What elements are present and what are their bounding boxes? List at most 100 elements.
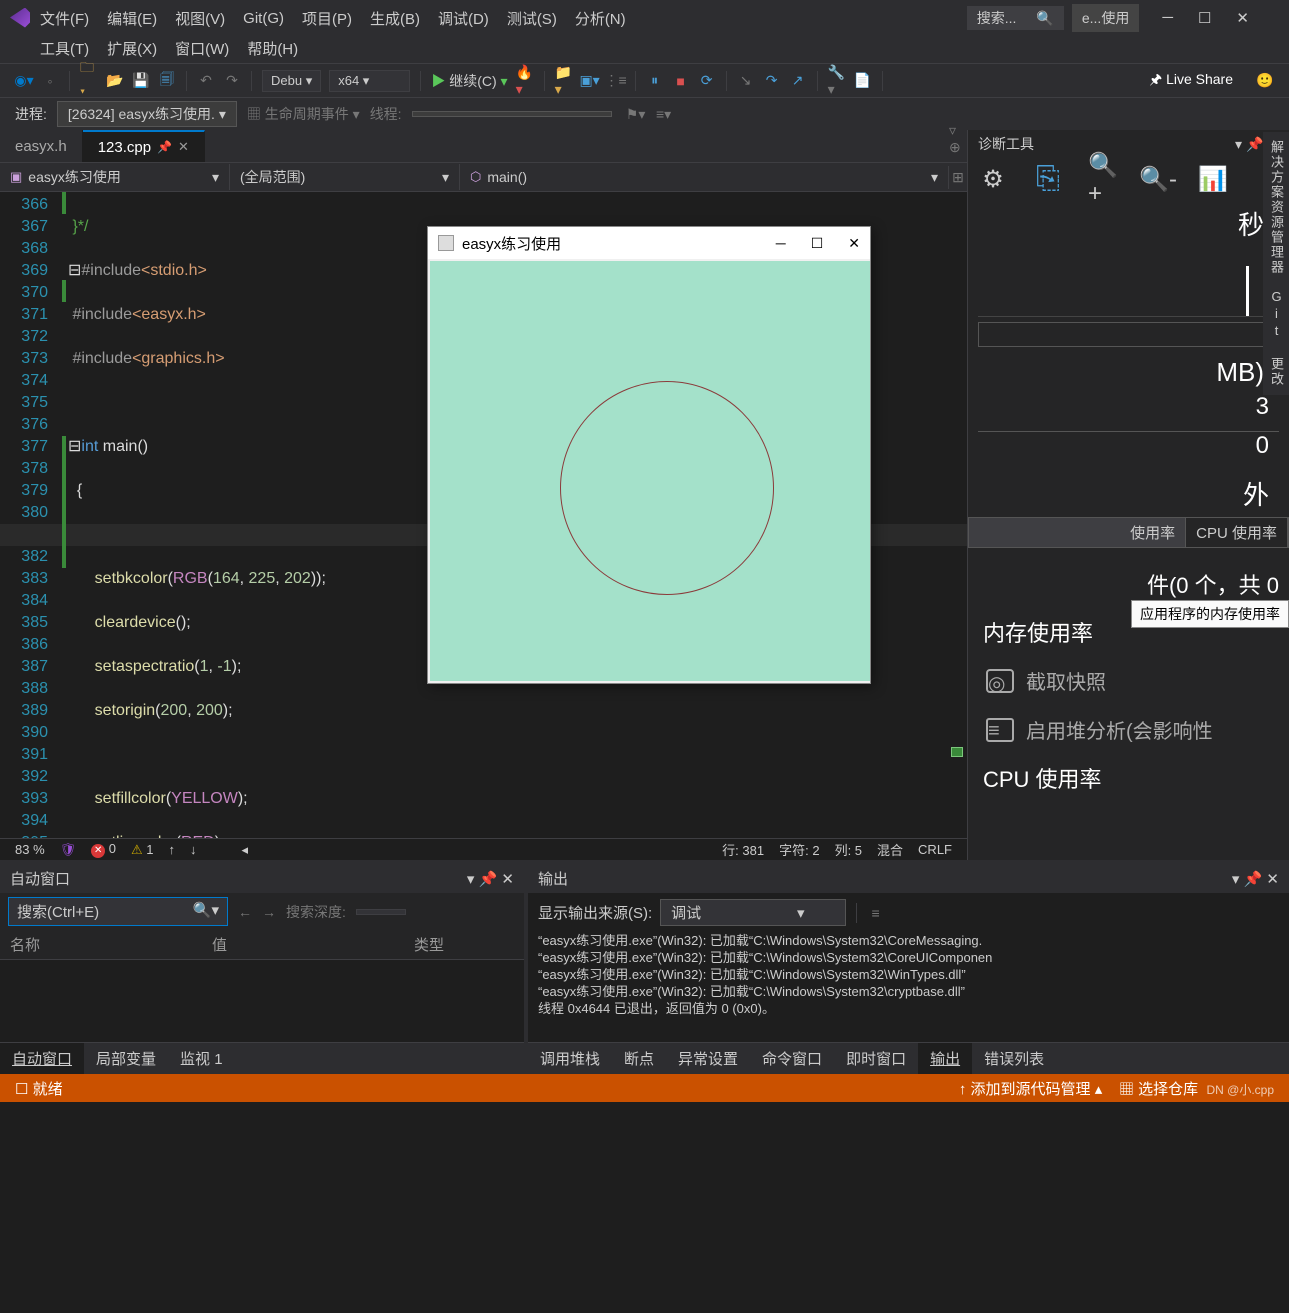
maximize-icon[interactable]: ☐ [1198, 9, 1211, 27]
stop-icon[interactable]: ■ [672, 72, 690, 90]
liveshare-button[interactable]: 🖈 Live Share [1149, 69, 1233, 93]
col-value[interactable]: 值 [212, 934, 414, 955]
btab-locals[interactable]: 局部变量 [84, 1043, 168, 1074]
folder-icon[interactable]: 📁▾ [555, 72, 573, 90]
open-icon[interactable]: 📂 [106, 72, 124, 90]
easyx-window[interactable]: easyx练习使用 ─ ☐ ✕ [427, 226, 871, 684]
pin-icon[interactable]: 📌 [157, 140, 172, 154]
col-type[interactable]: 类型 [414, 934, 514, 955]
thread-combo[interactable] [412, 111, 612, 117]
flag-icon[interactable]: ⚑▾ [627, 105, 645, 123]
minimize-icon[interactable]: ─ [776, 235, 786, 252]
platform-combo[interactable]: x64 ▾ [329, 70, 410, 92]
zoom[interactable]: 83 % [15, 842, 45, 857]
select-repo[interactable]: ▦ 选择仓库 [1119, 1081, 1198, 1098]
minimize-icon[interactable]: ─ [1162, 9, 1173, 27]
menu-analyze[interactable]: 分析(N) [575, 8, 626, 29]
lifecycle[interactable]: ▦ 生命周期事件 ▾ [247, 104, 360, 124]
diag-icon[interactable]: ⋮≡ [607, 72, 625, 90]
undo-icon[interactable]: ↶ [197, 72, 215, 90]
ctx-project[interactable]: ▣easyx练习使用▾ [0, 164, 230, 190]
menu-tools[interactable]: 工具(T) [40, 38, 89, 59]
tab-cpu-usage[interactable]: CPU 使用率 [1186, 518, 1288, 547]
close-icon[interactable]: ✕ [1236, 9, 1249, 27]
pin-icon[interactable]: 📌 [479, 871, 498, 888]
new-icon[interactable]: 🗀▾ [80, 72, 98, 90]
config-combo[interactable]: Debu ▾ [262, 70, 321, 92]
nav-up-icon[interactable]: ↑ [169, 842, 176, 857]
close-tab-icon[interactable]: ✕ [178, 139, 189, 155]
pin-icon[interactable]: 📌 [1246, 136, 1263, 152]
menu-git[interactable]: Git(G) [243, 10, 284, 27]
warn-count[interactable]: ⚠ 1 [131, 842, 154, 858]
wrench-icon[interactable]: 🔧▾ [828, 72, 846, 90]
menu-test[interactable]: 测试(S) [507, 8, 557, 29]
pin-icon[interactable]: 📌 [1244, 871, 1263, 888]
continue-button[interactable]: ▶ 继续(C) ▾ [431, 71, 507, 91]
pause-icon[interactable]: ⏸ [646, 72, 664, 90]
error-count[interactable]: ✕ 0 [91, 841, 116, 858]
gear-icon[interactable]: ⚙ [978, 164, 1008, 194]
menu-view[interactable]: 视图(V) [175, 8, 225, 29]
snapshot-row[interactable]: ◎截取快照 [968, 656, 1289, 705]
ctx-scope[interactable]: (全局范围)▾ [230, 164, 460, 190]
stepin-icon[interactable]: ↘ [737, 72, 755, 90]
nav-dn-icon[interactable]: ↓ [190, 842, 197, 857]
split-icon[interactable]: ⊞ [949, 168, 967, 186]
btab-command[interactable]: 命令窗口 [750, 1043, 834, 1074]
menu-build[interactable]: 生成(B) [370, 8, 420, 29]
btab-watch[interactable]: 监视 1 [168, 1043, 235, 1074]
fwd-icon[interactable]: ◦ [41, 72, 59, 90]
tab-easyx[interactable]: easyx.h [0, 130, 83, 162]
close-icon[interactable]: ✕ [848, 235, 860, 252]
close-icon[interactable]: ✕ [501, 871, 514, 888]
doc-icon[interactable]: 📄 [854, 72, 872, 90]
redo-icon[interactable]: ↷ [223, 72, 241, 90]
clear-icon[interactable]: ≡ [867, 904, 885, 922]
zoomin-icon[interactable]: 🔍+ [1088, 164, 1118, 194]
back-icon[interactable]: ◉▾ [15, 72, 33, 90]
tab-123cpp[interactable]: 123.cpp📌✕ [83, 130, 205, 162]
tab-mem-usage[interactable]: 使用率 [969, 518, 1186, 547]
menu-help[interactable]: 帮助(H) [247, 38, 298, 59]
btab-exceptions[interactable]: 异常设置 [666, 1043, 750, 1074]
stepout-icon[interactable]: ↗ [789, 72, 807, 90]
popup-titlebar[interactable]: easyx练习使用 ─ ☐ ✕ [428, 227, 870, 259]
exit-icon[interactable]: ⎘ [1033, 164, 1063, 194]
eol-mode[interactable]: CRLF [918, 842, 952, 857]
search-box[interactable]: 搜索...🔍 [967, 6, 1064, 30]
menu-debug[interactable]: 调试(D) [438, 8, 489, 29]
output-content[interactable]: “easyx练习使用.exe”(Win32): 已加载“C:\Windows\S… [528, 932, 1289, 1042]
tab-git-changes[interactable]: Git 更改 [1266, 289, 1286, 387]
btab-breakpoints[interactable]: 断点 [612, 1043, 666, 1074]
zoomout-icon[interactable]: 🔍- [1143, 164, 1173, 194]
chart-icon[interactable]: 📊 [1198, 164, 1228, 194]
nav-back-icon[interactable]: ← [238, 904, 252, 920]
btab-output[interactable]: 输出 [918, 1043, 972, 1074]
tab-menu-icon[interactable]: ▿ ⊕ [949, 130, 967, 148]
auto-search[interactable]: 搜索(Ctrl+E)🔍▾ [8, 897, 228, 926]
indent-mode[interactable]: 混合 [877, 840, 903, 859]
col-name[interactable]: 名称 [10, 934, 212, 955]
stack-icon[interactable]: ≡▾ [655, 105, 673, 123]
add-to-scm[interactable]: ↑ 添加到源代码管理 ▴ [959, 1081, 1102, 1098]
restart-icon[interactable]: ⟳ [698, 72, 716, 90]
stepover-icon[interactable]: ↷ [763, 72, 781, 90]
btab-callstack[interactable]: 调用堆栈 [528, 1043, 612, 1074]
nav-fwd-icon[interactable]: → [262, 904, 276, 920]
output-combo[interactable]: 调试 ▾ [660, 899, 845, 926]
dropdown-icon[interactable]: ▾ [1232, 871, 1240, 888]
feedback-icon[interactable]: 🙂 [1256, 72, 1274, 90]
menu-project[interactable]: 项目(P) [302, 8, 352, 29]
process-combo[interactable]: [26324] easyx练习使用. ▾ [57, 101, 237, 127]
menu-ext[interactable]: 扩展(X) [107, 38, 157, 59]
close-icon[interactable]: ✕ [1266, 871, 1279, 888]
dropdown-icon[interactable]: ▾ [467, 871, 475, 888]
saveall-icon[interactable]: 🗐 [158, 72, 176, 90]
dropdown-icon[interactable]: ▾ [1235, 136, 1242, 152]
insights-icon[interactable]: 🛡 [60, 842, 77, 858]
heap-row[interactable]: ≡启用堆分析(会影响性 [968, 705, 1289, 754]
tab-solution-explorer[interactable]: 解决方案资源管理器 [1266, 140, 1286, 275]
menu-window[interactable]: 窗口(W) [175, 38, 229, 59]
save-icon[interactable]: 💾 [132, 72, 150, 90]
